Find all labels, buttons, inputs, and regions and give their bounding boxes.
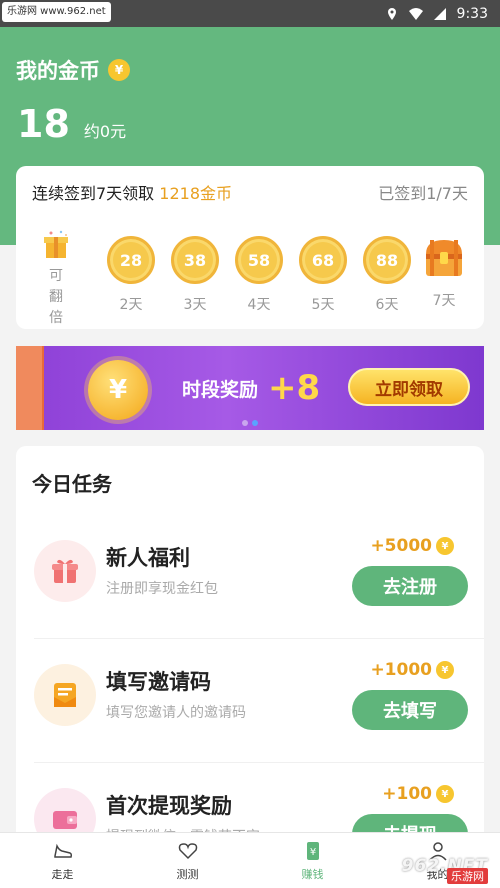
signin-days: 可翻倍 28 2天 38 3天 58 4天 68 5天 88 6天 7天 bbox=[16, 230, 484, 326]
day-coin: 28 bbox=[107, 236, 155, 284]
task-item: 新人福利 注册即享现金红包 +5000 ¥ 去注册 bbox=[16, 522, 484, 632]
site-watermark: 962.NET 乐游网 bbox=[376, 844, 494, 884]
daily-tasks-card: 今日任务 新人福利 注册即享现金红包 +5000 ¥ 去注册 填写邀请码 填写您… bbox=[16, 446, 484, 846]
coin-icon: ¥ bbox=[436, 785, 454, 803]
yuan-coin-icon: ¥ bbox=[88, 360, 148, 420]
nav-item-walk[interactable]: 走走 bbox=[0, 833, 125, 888]
signin-progress: 已签到1/7天 bbox=[378, 184, 468, 203]
task-reward-amount: +100 bbox=[382, 784, 432, 804]
task-reward: +100 ¥ bbox=[382, 784, 454, 804]
promo-banner[interactable]: ¥ 时段奖励 +8 立即领取 bbox=[16, 346, 484, 430]
task-item: 填写邀请码 填写您邀请人的邀请码 +1000 ¥ 去填写 bbox=[16, 646, 484, 756]
coin-value: 约0元 bbox=[83, 122, 127, 141]
task-reward-amount: +5000 bbox=[370, 536, 432, 556]
day-coin: 88 bbox=[363, 236, 411, 284]
signin-title: 连续签到7天领取 1218金币 bbox=[32, 180, 232, 204]
location-icon bbox=[385, 7, 399, 21]
signin-day-3[interactable]: 38 3天 bbox=[165, 236, 225, 314]
signin-day-6[interactable]: 88 6天 bbox=[357, 236, 417, 314]
day-coin: 58 bbox=[235, 236, 283, 284]
day-coin: 38 bbox=[171, 236, 219, 284]
banner-title: 时段奖励 bbox=[182, 378, 259, 401]
task-name: 首次提现奖励 bbox=[106, 794, 232, 818]
signin-day-7[interactable]: 7天 bbox=[414, 236, 474, 310]
pagination-dot-active[interactable] bbox=[252, 420, 258, 426]
day-label: 4天 bbox=[247, 297, 271, 313]
gift-label: 可翻倍 bbox=[49, 268, 63, 326]
coin-icon: ¥ bbox=[436, 661, 454, 679]
tasks-title: 今日任务 bbox=[32, 472, 112, 496]
go-register-button[interactable]: 去注册 bbox=[352, 566, 468, 606]
day-coin: 68 bbox=[299, 236, 347, 284]
info-coin-icon[interactable]: ¥ bbox=[108, 59, 130, 81]
signal-icon bbox=[433, 7, 447, 21]
task-reward-amount: +1000 bbox=[370, 660, 432, 680]
coin-icon: ¥ bbox=[436, 537, 454, 555]
nav-item-earn[interactable]: ¥ 赚钱 bbox=[250, 833, 375, 888]
wifi-icon bbox=[408, 7, 423, 21]
nav-label: 赚钱 bbox=[301, 867, 324, 881]
status-icons: 9:33 bbox=[385, 0, 488, 27]
task-desc: 注册即享现金红包 bbox=[106, 581, 218, 597]
banner-pagination bbox=[242, 420, 258, 426]
nav-item-test[interactable]: 测测 bbox=[125, 833, 250, 888]
go-fill-in-button[interactable]: 去填写 bbox=[352, 690, 468, 730]
nav-label: 测测 bbox=[176, 867, 199, 881]
signin-title-reward: 1218金币 bbox=[159, 184, 233, 203]
status-bar: 乐游网 www.962.net 9:33 bbox=[0, 0, 500, 27]
signin-header: 连续签到7天领取 1218金币 已签到1/7天 bbox=[32, 180, 468, 204]
watermark-sub: 乐游网 bbox=[447, 868, 488, 884]
task-name: 填写邀请码 bbox=[106, 670, 211, 694]
day-label: 5天 bbox=[311, 297, 335, 313]
heart-icon bbox=[177, 840, 199, 862]
status-watermark: 乐游网 www.962.net bbox=[2, 2, 111, 22]
banner-prev-slide bbox=[16, 346, 44, 430]
gift-icon bbox=[34, 540, 96, 602]
coin-count: 18 bbox=[17, 102, 70, 146]
divider bbox=[34, 762, 484, 763]
pagination-dot[interactable] bbox=[242, 420, 248, 426]
task-reward: +1000 ¥ bbox=[370, 660, 454, 680]
day-label: 3天 bbox=[183, 297, 207, 313]
task-reward: +5000 ¥ bbox=[370, 536, 454, 556]
shoe-icon bbox=[52, 840, 74, 862]
treasure-chest-icon bbox=[420, 236, 468, 280]
svg-text:¥: ¥ bbox=[309, 847, 315, 858]
coin-balance: 18 约0元 bbox=[17, 102, 126, 146]
money-icon: ¥ bbox=[302, 840, 324, 862]
status-time: 9:33 bbox=[456, 5, 488, 22]
signin-day-1[interactable]: 可翻倍 bbox=[36, 230, 76, 329]
banner-bonus: +8 bbox=[268, 368, 321, 408]
signin-day-5[interactable]: 68 5天 bbox=[293, 236, 353, 314]
signin-title-prefix: 连续签到7天领取 bbox=[32, 184, 155, 203]
day-label: 6天 bbox=[375, 297, 399, 313]
claim-now-button[interactable]: 立即领取 bbox=[348, 368, 470, 406]
signin-card: 连续签到7天领取 1218金币 已签到1/7天 可翻倍 28 2天 38 3天 bbox=[16, 166, 484, 329]
task-name: 新人福利 bbox=[106, 546, 190, 570]
banner-text: 时段奖励 +8 bbox=[182, 368, 320, 408]
task-desc: 填写您邀请人的邀请码 bbox=[106, 705, 246, 721]
signin-day-2[interactable]: 28 2天 bbox=[101, 236, 161, 314]
day-label: 7天 bbox=[432, 293, 456, 309]
nav-label: 走走 bbox=[51, 867, 74, 881]
divider bbox=[34, 638, 484, 639]
page-title-text: 我的金币 bbox=[16, 59, 100, 83]
day-label: 2天 bbox=[119, 297, 143, 313]
envelope-icon bbox=[34, 664, 96, 726]
gift-icon bbox=[41, 230, 71, 258]
signin-day-4[interactable]: 58 4天 bbox=[229, 236, 289, 314]
page-title: 我的金币 ¥ bbox=[16, 55, 130, 85]
